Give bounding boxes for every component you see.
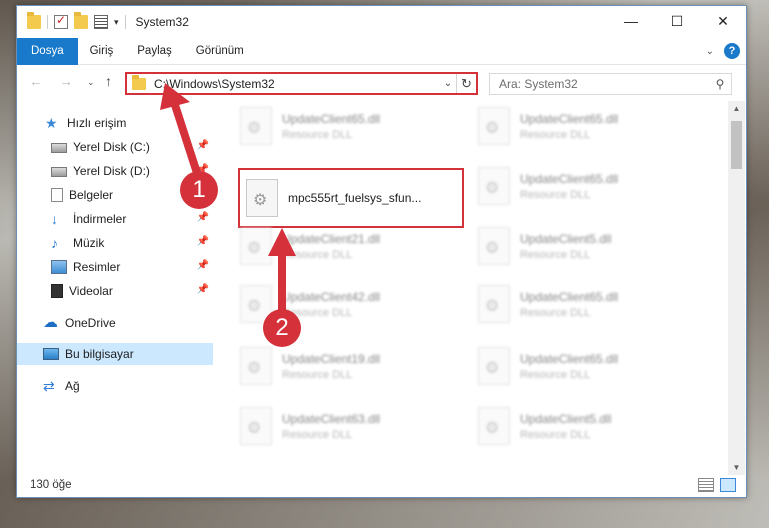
callout-arrow-1 — [160, 83, 202, 180]
step-badge-2: 2 — [263, 309, 301, 347]
annotation-arrows — [160, 83, 296, 314]
step-badge-1: 1 — [180, 171, 218, 209]
callout-arrow-2 — [268, 228, 296, 314]
